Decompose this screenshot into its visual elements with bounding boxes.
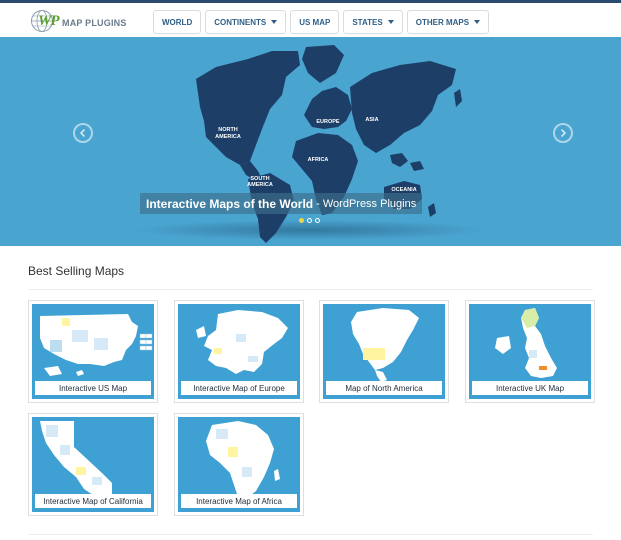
product-card-north-america-map[interactable]: Map of North America bbox=[319, 300, 449, 403]
main-nav: WORLD CONTINENTS US MAP STATES OTHER MAPS bbox=[153, 10, 490, 34]
island-new-zealand[interactable] bbox=[428, 203, 436, 217]
nav-item-continents[interactable]: CONTINENTS bbox=[205, 10, 287, 34]
nav-item-world[interactable]: WORLD bbox=[153, 10, 202, 34]
hero-slider: NORTH AMERICA EUROPE ASIA AFRICA SOUTH A… bbox=[0, 37, 621, 246]
slider-prev-button[interactable] bbox=[73, 123, 93, 143]
label-africa: AFRICA bbox=[308, 157, 329, 163]
nav-item-us-map[interactable]: US MAP bbox=[290, 10, 340, 34]
nav-item-other-maps[interactable]: OTHER MAPS bbox=[406, 10, 490, 34]
nav-item-label: WORLD bbox=[162, 17, 193, 27]
card-label: Interactive Map of Africa bbox=[181, 494, 297, 508]
card-image: Map of North America bbox=[323, 304, 445, 399]
slide-caption-subtitle: - WordPress Plugins bbox=[316, 197, 417, 210]
label-north-america-2: AMERICA bbox=[215, 134, 241, 140]
continent-greenland[interactable] bbox=[302, 45, 344, 83]
nav-item-label: CONTINENTS bbox=[214, 17, 267, 27]
nav-item-label: OTHER MAPS bbox=[415, 17, 470, 27]
slide-caption: Interactive Maps of the World - WordPres… bbox=[140, 193, 423, 214]
caret-down-icon bbox=[271, 20, 278, 24]
slider-dot-3[interactable] bbox=[315, 218, 320, 223]
nav-item-label: STATES bbox=[352, 17, 383, 27]
chevron-left-icon bbox=[79, 128, 86, 138]
slider-next-button[interactable] bbox=[553, 123, 573, 143]
product-card-europe-map[interactable]: Interactive Map of Europe bbox=[174, 300, 304, 403]
card-image: Interactive US Map bbox=[32, 304, 154, 399]
product-card-africa-map[interactable]: Interactive Map of Africa bbox=[174, 413, 304, 516]
slide-caption-title: Interactive Maps of the World bbox=[146, 196, 314, 211]
caret-down-icon bbox=[387, 20, 394, 24]
card-label: Interactive UK Map bbox=[472, 381, 588, 395]
map-shadow bbox=[135, 220, 485, 240]
nav-item-states[interactable]: STATES bbox=[343, 10, 403, 34]
logo-wp-mark: WP bbox=[38, 13, 59, 29]
slider-dot-1[interactable] bbox=[299, 218, 304, 223]
continent-asia[interactable] bbox=[350, 61, 456, 153]
card-image: Interactive Map of California bbox=[32, 417, 154, 512]
card-image: Interactive UK Map bbox=[469, 304, 591, 399]
site-header: WP MAP PLUGINS WORLD CONTINENTS US MAP STAT… bbox=[0, 3, 621, 37]
caret-down-icon bbox=[474, 20, 481, 24]
continent-se-asia[interactable] bbox=[390, 153, 424, 171]
continent-north-america[interactable] bbox=[196, 51, 300, 165]
product-card-uk-map[interactable]: Interactive UK Map bbox=[465, 300, 595, 403]
card-label: Interactive US Map bbox=[35, 381, 151, 395]
card-label: Interactive Map of California bbox=[35, 494, 151, 508]
divider bbox=[28, 289, 593, 290]
slider-pagination bbox=[299, 218, 320, 223]
world-map: NORTH AMERICA EUROPE ASIA AFRICA SOUTH A… bbox=[135, 45, 485, 243]
card-image: Interactive Map of Europe bbox=[178, 304, 300, 399]
label-europe: EUROPE bbox=[316, 119, 340, 125]
divider bbox=[28, 534, 593, 535]
label-asia: ASIA bbox=[365, 117, 378, 123]
card-label: Map of North America bbox=[326, 381, 442, 395]
site-logo[interactable]: WP MAP PLUGINS bbox=[30, 9, 130, 33]
chevron-right-icon bbox=[560, 128, 567, 138]
card-image: Interactive Map of Africa bbox=[178, 417, 300, 512]
product-card-california-map[interactable]: Interactive Map of California bbox=[28, 413, 158, 516]
island-japan[interactable] bbox=[454, 89, 462, 107]
nav-item-label: US MAP bbox=[299, 17, 331, 27]
logo-text: MAP PLUGINS bbox=[62, 18, 127, 28]
product-card-us-map[interactable]: Interactive US Map bbox=[28, 300, 158, 403]
label-north-america-1: NORTH bbox=[218, 127, 238, 133]
card-label: Interactive Map of Europe bbox=[181, 381, 297, 395]
slider-dot-2[interactable] bbox=[307, 218, 312, 223]
section-title: Best Selling Maps bbox=[28, 264, 125, 278]
label-south-america-2: AMERICA bbox=[247, 182, 273, 188]
